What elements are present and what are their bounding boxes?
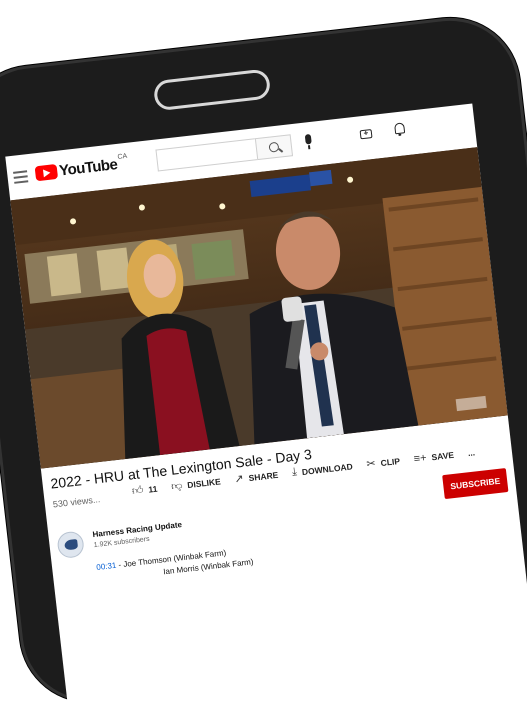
view-count[interactable]: 530 views... — [52, 494, 100, 509]
clip-label: CLIP — [380, 455, 401, 468]
thumbs-down-icon: 👎︎ — [170, 479, 184, 493]
thumbs-up-icon: 👍︎ — [131, 484, 145, 498]
menu-icon[interactable] — [13, 170, 29, 186]
country-code: CA — [117, 152, 128, 161]
share-label: SHARE — [248, 469, 279, 483]
save-icon: ≡+ — [413, 451, 428, 465]
more-label: ... — [467, 446, 476, 458]
phone-screen: YouTube CA + 2022 - HRU at The Lexington… — [5, 103, 527, 714]
mic-icon[interactable] — [304, 133, 312, 145]
download-label: DOWNLOAD — [301, 460, 354, 477]
clip-button[interactable]: ✂ CLIP — [365, 454, 401, 471]
speaker-slot — [152, 68, 272, 112]
download-icon: ⤓ — [291, 465, 298, 479]
save-button[interactable]: ≡+ SAVE — [413, 448, 454, 464]
channel-avatar[interactable] — [56, 530, 86, 560]
video-frame — [10, 147, 508, 469]
search-button[interactable] — [254, 134, 294, 161]
share-button[interactable]: ↗ SHARE — [233, 468, 279, 486]
dislike-button[interactable]: 👎︎ DISLIKE — [170, 474, 222, 493]
phone-frame: YouTube CA + 2022 - HRU at The Lexington… — [0, 10, 527, 714]
create-icon[interactable]: + — [359, 128, 373, 140]
like-count: 11 — [147, 483, 158, 495]
dislike-label: DISLIKE — [186, 475, 222, 490]
chapter-timestamp[interactable]: 00:31 — [96, 561, 117, 572]
youtube-logo[interactable]: YouTube CA — [34, 152, 128, 182]
more-button[interactable]: ... — [467, 447, 475, 458]
subscribe-button[interactable]: SUBSCRIBE — [442, 468, 509, 500]
video-player[interactable] — [10, 147, 508, 469]
clip-icon: ✂ — [365, 457, 377, 471]
logo-text: YouTube — [58, 156, 119, 180]
share-icon: ↗ — [233, 472, 245, 486]
youtube-logo-icon — [34, 163, 59, 182]
search-input[interactable] — [155, 138, 258, 172]
bell-icon[interactable] — [394, 122, 406, 135]
save-label: SAVE — [430, 449, 455, 462]
search-icon — [268, 141, 280, 153]
like-button[interactable]: 👍︎ 11 — [131, 482, 158, 498]
